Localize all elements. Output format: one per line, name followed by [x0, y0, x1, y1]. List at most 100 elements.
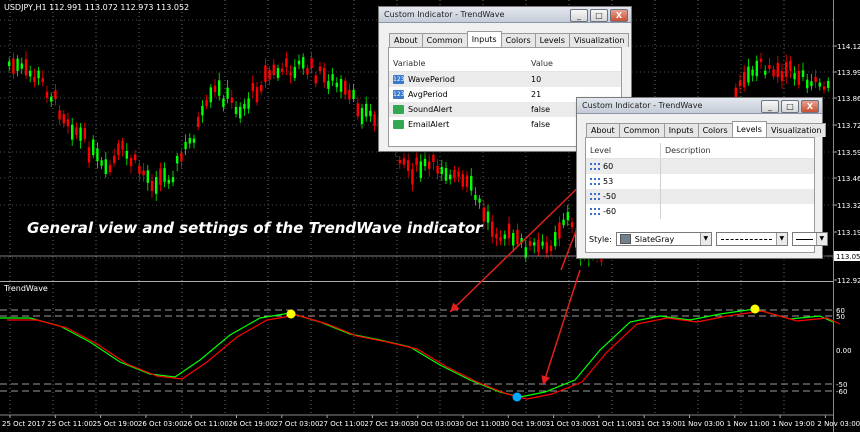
- tab-inputs[interactable]: Inputs: [663, 123, 699, 137]
- candle-body: [33, 76, 36, 83]
- candle-body: [293, 66, 296, 78]
- candle-body: [66, 119, 70, 127]
- time-axis: 25 Oct 2017 25 Oct 11:00 25 Oct 19:00 26 Oc…: [0, 414, 860, 428]
- candle-body: [398, 160, 401, 164]
- candle-body: [243, 104, 246, 109]
- table-row[interactable]: 60: [586, 158, 814, 174]
- candle-body: [457, 171, 460, 177]
- column-description[interactable]: Description: [660, 143, 814, 159]
- table-row[interactable]: 123 WavePeriod 10: [389, 71, 621, 87]
- table-row[interactable]: -60: [586, 204, 814, 219]
- candle-body: [369, 110, 372, 117]
- levels-panel: Level Description 60 53 -50 -60 Style: S…: [585, 137, 828, 253]
- tab-about[interactable]: About: [586, 123, 620, 137]
- style-row: Style: SlateGray ▼ ▼ ▼: [589, 232, 828, 246]
- candle-body: [499, 237, 502, 241]
- level-value[interactable]: 60: [603, 162, 613, 171]
- column-variable[interactable]: Variable: [389, 56, 527, 72]
- candle-body: [134, 154, 137, 161]
- time-tick-label: 2 Nov 03:00: [817, 420, 860, 428]
- candle-body: [197, 116, 200, 128]
- candle-body: [209, 87, 212, 103]
- price-tick-label: 113.595: [837, 149, 860, 157]
- candle-body: [234, 107, 238, 114]
- signal-dot-top: [286, 309, 296, 319]
- candle-body: [54, 90, 57, 100]
- candle-body: [108, 165, 112, 173]
- candle-body: [549, 245, 553, 252]
- column-level[interactable]: Level: [586, 143, 661, 159]
- candle-body: [810, 81, 813, 87]
- tab-levels[interactable]: Levels: [731, 121, 767, 137]
- style-label: Style:: [589, 234, 612, 244]
- candle-body: [8, 61, 11, 67]
- indicator-name: TrendWave: [3, 284, 48, 293]
- variable-name: SoundAlert: [408, 105, 453, 114]
- candle-body: [260, 84, 263, 92]
- candle-body: [449, 174, 452, 180]
- level-description[interactable]: [660, 204, 814, 219]
- line-width-select[interactable]: ▼: [791, 232, 828, 246]
- style-color-select[interactable]: SlateGray ▼: [615, 232, 712, 246]
- level-value[interactable]: 53: [603, 177, 613, 186]
- line-style-select[interactable]: ▼: [715, 232, 788, 246]
- level-icon: [590, 193, 600, 200]
- price-tick-label: 114.125: [837, 43, 860, 51]
- close-button[interactable]: X: [610, 9, 628, 22]
- level-description[interactable]: [660, 158, 814, 174]
- candle-body: [92, 139, 95, 156]
- table-row[interactable]: 53: [586, 174, 814, 189]
- maximize-button[interactable]: □: [590, 9, 608, 22]
- candle-body: [827, 80, 830, 88]
- level-value[interactable]: -60: [603, 207, 616, 216]
- candle-body: [205, 99, 208, 106]
- current-price-label: 113.052: [836, 253, 860, 261]
- tab-colors[interactable]: Colors: [500, 33, 536, 47]
- tab-inputs[interactable]: Inputs: [466, 31, 502, 47]
- subwindow-divider[interactable]: [0, 281, 833, 282]
- tab-common[interactable]: Common: [421, 33, 468, 47]
- level-value[interactable]: -50: [603, 192, 616, 201]
- candle-body: [491, 221, 494, 237]
- candle-body: [747, 66, 750, 83]
- table-header: Level Description: [586, 143, 814, 159]
- time-tick-label: 26 Oct 11:00: [183, 420, 229, 428]
- column-value[interactable]: Value: [527, 56, 621, 72]
- caption: General view and settings of the TrendWa…: [27, 219, 484, 237]
- level-description[interactable]: [660, 174, 814, 189]
- candle-body: [138, 165, 141, 174]
- candle-body: [71, 124, 74, 140]
- tab-levels[interactable]: Levels: [534, 33, 570, 47]
- level-description[interactable]: [660, 189, 814, 204]
- time-tick-label: 25 Oct 19:00: [93, 420, 139, 428]
- maximize-button[interactable]: □: [781, 100, 799, 113]
- candle-body: [125, 150, 128, 159]
- inputs-dialog-titlebar[interactable]: Custom Indicator - TrendWave _ □ X: [379, 7, 631, 23]
- table-row[interactable]: -50: [586, 189, 814, 204]
- level-icon: [590, 208, 600, 215]
- tab-visualization[interactable]: Visualization: [765, 123, 827, 137]
- candle-body: [222, 98, 225, 108]
- indicator-tick-label: 50: [836, 313, 845, 321]
- indicator-tick-label: -60: [836, 388, 847, 396]
- time-tick-label: 26 Oct 19:00: [229, 420, 275, 428]
- scale-border: [833, 0, 834, 432]
- tab-about[interactable]: About: [389, 33, 423, 47]
- close-button[interactable]: X: [801, 100, 819, 113]
- tab-colors[interactable]: Colors: [697, 123, 733, 137]
- levels-dialog-titlebar[interactable]: Custom Indicator - TrendWave _ □ X: [577, 98, 822, 114]
- price-tick-label: 113.190: [837, 229, 860, 237]
- candle-body: [285, 58, 288, 68]
- candle-body: [163, 167, 166, 182]
- candle-body: [814, 76, 817, 83]
- candle-body: [45, 91, 49, 98]
- time-tick-label: 27 Oct 11:00: [319, 420, 365, 428]
- tab-visualization[interactable]: Visualization: [568, 33, 630, 47]
- variable-icon: 123: [393, 75, 405, 84]
- minimize-button[interactable]: _: [570, 9, 588, 22]
- candle-body: [545, 242, 548, 254]
- candle-body: [806, 79, 809, 89]
- tab-common[interactable]: Common: [618, 123, 665, 137]
- minimize-button[interactable]: _: [761, 100, 779, 113]
- variable-value[interactable]: 10: [527, 71, 621, 87]
